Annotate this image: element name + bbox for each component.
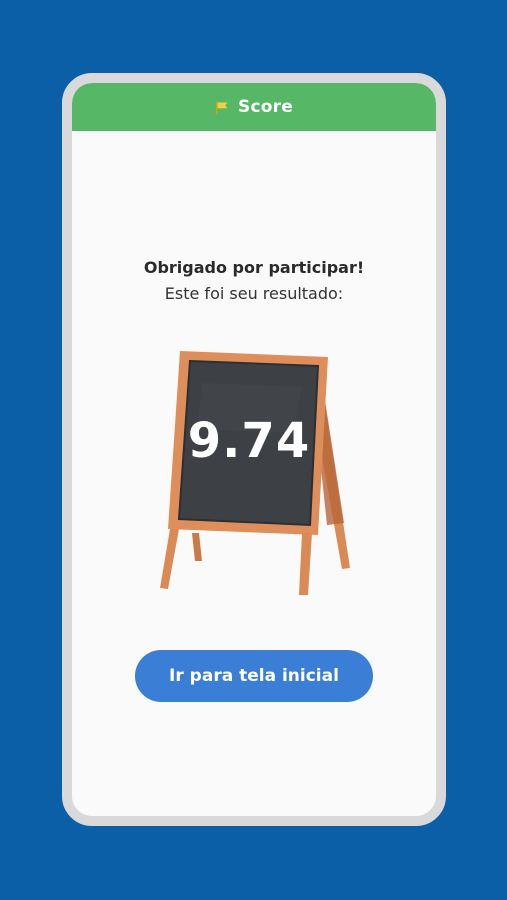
page-background: Score Obrigado por participar! Este foi … bbox=[0, 0, 507, 900]
app-bar-title: Score bbox=[238, 97, 293, 117]
chalkboard-illustration bbox=[152, 343, 362, 598]
flag-icon bbox=[215, 100, 229, 115]
result-subtitle: Este foi seu resultado: bbox=[164, 284, 344, 303]
thanks-message: Obrigado por participar! bbox=[143, 258, 365, 277]
app-bar: Score bbox=[72, 83, 436, 131]
phone-frame: Score Obrigado por participar! Este foi … bbox=[62, 73, 446, 826]
easel-right-leg bbox=[299, 533, 312, 595]
easel-left-leg bbox=[160, 529, 179, 589]
score-value: 9.74 bbox=[187, 413, 311, 469]
go-home-button[interactable]: Ir para tela inicial bbox=[135, 650, 373, 702]
app-screen: Score Obrigado por participar! Este foi … bbox=[72, 83, 436, 816]
